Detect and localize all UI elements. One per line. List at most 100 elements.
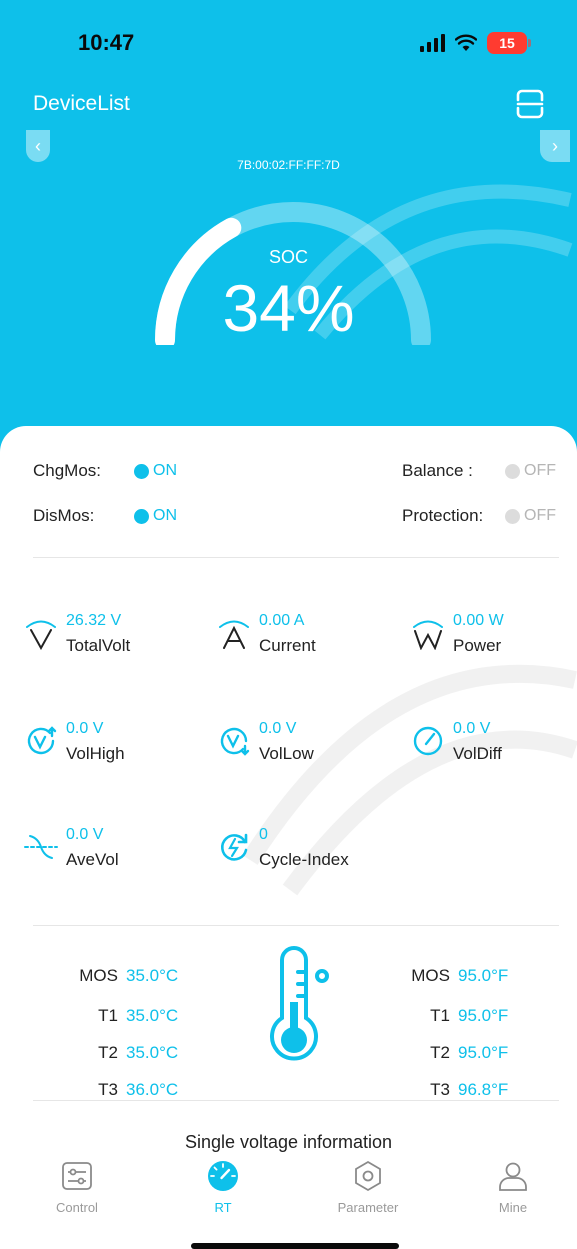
tab-label: RT xyxy=(214,1200,232,1215)
average-voltage-icon xyxy=(24,835,58,859)
dis-mos-state: ON xyxy=(153,507,177,524)
protection-toggle[interactable]: OFF xyxy=(505,507,556,525)
header-panel: 10:47 15 DeviceList ‹ › 7B:00:02:FF:FF:7… xyxy=(0,0,577,460)
status-icons: 15 xyxy=(420,30,531,56)
temp-value: 95.0°F xyxy=(458,1006,509,1025)
wifi-icon xyxy=(455,34,477,51)
metric-vol-high: 0.0 V VolHigh xyxy=(24,720,204,780)
divider xyxy=(33,925,559,926)
cycle-icon xyxy=(221,833,248,861)
chg-mos-state: ON xyxy=(153,462,177,479)
bottom-tab-bar: Control RT Parameter Mine xyxy=(0,1156,577,1249)
metric-label: Cycle-Index xyxy=(259,850,349,869)
hex-nut-icon xyxy=(355,1160,381,1192)
protection-label: Protection: xyxy=(402,506,484,525)
soc-label: SOC xyxy=(268,247,308,267)
single-voltage-section-title: Single voltage information xyxy=(184,1132,393,1152)
status-dot-icon xyxy=(505,463,520,479)
temp-label: T3 xyxy=(430,1080,450,1099)
metric-power: 0.00 W Power xyxy=(411,612,577,672)
gauge-icon xyxy=(208,1161,238,1191)
balance-toggle[interactable]: OFF xyxy=(505,462,556,480)
temp-row-f: T2 95.0°F xyxy=(394,1043,508,1063)
temp-value: 36.0°C xyxy=(126,1080,179,1099)
metric-label: VolDiff xyxy=(453,744,502,763)
divider xyxy=(33,557,559,558)
sliders-icon xyxy=(62,1162,92,1190)
temp-value: 35.0°C xyxy=(126,966,179,985)
metric-label: TotalVolt xyxy=(66,636,131,655)
balance-state: OFF xyxy=(524,462,556,479)
tab-mine[interactable]: Mine xyxy=(458,1160,568,1215)
status-dot-icon xyxy=(134,463,149,479)
temp-label: T2 xyxy=(98,1043,118,1062)
voltage-icon xyxy=(26,620,56,650)
metric-vol-low: 0.0 V VolLow xyxy=(217,720,397,780)
temp-value: 95.0°F xyxy=(458,966,509,985)
metric-value: 0.0 V xyxy=(259,720,297,737)
soc-value: 34% xyxy=(222,271,355,345)
metric-value: 0.00 W xyxy=(453,612,504,629)
dis-mos-label: DisMos: xyxy=(33,506,95,525)
metric-total-volt: 26.32 V TotalVolt xyxy=(24,612,204,672)
metric-value: 0.00 A xyxy=(259,612,305,629)
metric-label: VolHigh xyxy=(66,744,125,763)
temp-row-c: MOS 35.0°C xyxy=(72,966,178,986)
tab-parameter[interactable]: Parameter xyxy=(313,1160,423,1215)
metric-value: 0.0 V xyxy=(453,720,491,737)
balance-row: Balance : xyxy=(402,461,473,481)
temp-value: 35.0°C xyxy=(126,1006,179,1025)
divider xyxy=(33,1100,559,1101)
thermometer-icon xyxy=(270,946,329,1061)
chevron-left-icon: ‹ xyxy=(35,135,41,156)
voltage-diff-gauge-icon xyxy=(413,726,443,756)
voltage-low-icon xyxy=(220,727,250,756)
metric-label: Current xyxy=(259,636,316,655)
temp-row-f: MOS 95.0°F xyxy=(394,966,508,986)
chg-mos-row: ChgMos: xyxy=(33,461,101,481)
tab-label: Mine xyxy=(498,1200,528,1215)
metric-value: 0.0 V xyxy=(66,720,104,737)
device-mac-address: 7B:00:02:FF:FF:7D xyxy=(237,158,340,172)
metric-label: AveVol xyxy=(66,850,119,869)
chevron-right-icon: › xyxy=(552,135,558,156)
metric-vol-diff: 0.0 V VolDiff xyxy=(411,720,577,780)
voltage-high-icon xyxy=(27,726,57,755)
cellular-signal-icon xyxy=(420,34,445,52)
device-list-link[interactable]: DeviceList xyxy=(33,92,130,116)
home-indicator xyxy=(191,1243,399,1249)
chg-mos-toggle[interactable]: ON xyxy=(134,462,177,480)
temp-row-f: T1 95.0°F xyxy=(394,1006,508,1026)
metric-value: 0 xyxy=(259,826,268,843)
current-icon xyxy=(219,620,249,649)
temp-label: T1 xyxy=(430,1006,450,1025)
dis-mos-toggle[interactable]: ON xyxy=(134,507,177,525)
battery-icon: 15 xyxy=(487,32,531,54)
metric-cycle-index: 0 Cycle-Index xyxy=(217,826,397,886)
status-time: 10:47 xyxy=(78,30,135,55)
temp-value: 95.0°F xyxy=(458,1043,509,1062)
tab-control[interactable]: Control xyxy=(22,1160,132,1215)
temp-label: MOS xyxy=(79,966,118,985)
tab-label: Control xyxy=(56,1200,98,1215)
temp-row-c: T2 35.0°C xyxy=(72,1043,178,1063)
temp-value: 96.8°F xyxy=(458,1080,509,1099)
chg-mos-label: ChgMos: xyxy=(33,461,102,480)
protection-row: Protection: xyxy=(402,506,483,526)
temp-row-f: T3 96.8°F xyxy=(394,1080,508,1100)
temp-row-c: T3 36.0°C xyxy=(72,1080,178,1100)
temp-label: T2 xyxy=(430,1043,450,1062)
temp-label: MOS xyxy=(411,966,450,985)
metric-label: VolLow xyxy=(259,744,314,763)
metric-current: 0.00 A Current xyxy=(217,612,397,672)
tab-rt[interactable]: RT xyxy=(168,1160,278,1215)
temp-label: T3 xyxy=(98,1080,118,1099)
temp-label: T1 xyxy=(98,1006,118,1025)
metric-value: 26.32 V xyxy=(66,612,122,629)
tab-label: Parameter xyxy=(337,1200,399,1215)
status-dot-icon xyxy=(134,508,149,524)
protection-state: OFF xyxy=(524,507,556,524)
scan-icon[interactable] xyxy=(514,88,546,120)
balance-label: Balance : xyxy=(402,461,473,480)
power-icon xyxy=(413,620,443,650)
